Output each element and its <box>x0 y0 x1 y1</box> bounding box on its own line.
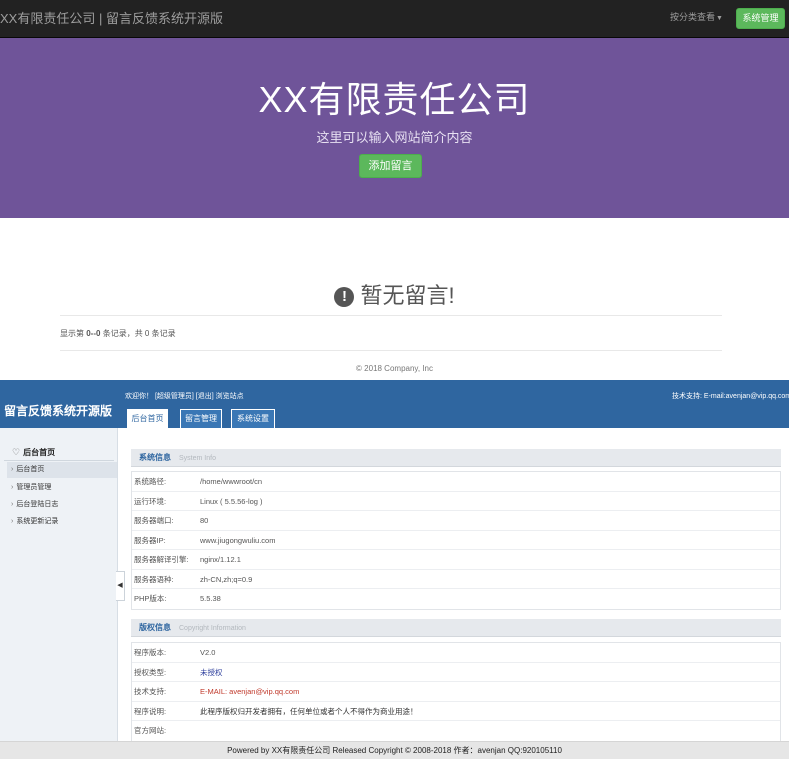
system-info-table: 系统路径: /home/wwwroot/cn 运行环境: Linux ( 5.5.5… <box>131 471 781 610</box>
row-value: V2.0 <box>200 648 216 657</box>
row-value: 此程序版权归开发者拥有，任何单位或者个人不得作为商业用途！ <box>200 706 418 716</box>
table-row: 官方网站: <box>132 721 780 741</box>
table-row: 服务器端口: 80 <box>132 511 780 531</box>
table-row: 程序版本: V2.0 <box>132 643 780 663</box>
table-row: 服务器解译引擎: nginx/1.12.1 <box>132 550 780 570</box>
tab-system-settings[interactable]: 系统设置 <box>231 409 275 428</box>
row-value: www.jiugongwuliu.com <box>200 535 276 545</box>
empty-message: ! 暂无留言! <box>0 278 789 310</box>
table-row: 系统路径: /home/wwwroot/cn <box>132 472 780 492</box>
admin-footer: Powered by XX有限责任公司 Released Copyright ©… <box>0 741 789 759</box>
row-label: 运行环境: <box>134 496 167 506</box>
record-range: 0--0 <box>86 329 101 338</box>
row-label: 程序说明: <box>134 706 167 716</box>
copyright-info-table: 程序版本: V2.0 授权类型: 未授权 技术支持: E-MAIL: avenjan@… <box>131 642 781 742</box>
section-header-copyright: 版权信息 Copyright Information <box>131 619 781 637</box>
arrow-right-icon: › <box>11 466 14 473</box>
table-row: 程序说明: 此程序版权归开发者拥有，任何单位或者个人不得作为商业用途！ <box>132 702 780 721</box>
row-label: 授权类型: <box>134 667 167 677</box>
admin-header: 留言反馈系统开源版 欢迎你！ [超级管理员] [退出] 浏览站点 技术支持: E… <box>0 380 789 428</box>
record-prefix: 显示第 <box>60 329 87 338</box>
heart-icon: ♡ <box>12 447 21 457</box>
category-dropdown-label: 按分类查看 <box>670 12 716 22</box>
site-footer: © 2018 Company, Inc <box>356 364 433 373</box>
sidebar-item-update-log[interactable]: › 系统更新记录 <box>7 514 117 530</box>
record-count: 显示第 0--0 条记录，共 0 条记录 <box>60 328 176 339</box>
support-email-link[interactable]: E-MAIL: avenjan@vip.qq.com <box>200 682 299 701</box>
tab-message-manage[interactable]: 留言管理 <box>180 409 222 428</box>
sidebar-item-label: 后台首页 <box>16 466 45 473</box>
sidebar-title: ♡ 后台首页 <box>12 447 55 458</box>
row-value: zh-CN,zh;q=0.9 <box>200 574 253 584</box>
arrow-right-icon: › <box>11 518 14 525</box>
table-row: 服务器IP: www.jiugongwuliu.com <box>132 531 780 550</box>
section-title: 系统信息 <box>139 453 171 462</box>
table-row: 运行环境: Linux ( 5.5.56-log ) <box>132 492 780 511</box>
sidebar-collapse-toggle[interactable]: ◀ <box>116 571 125 601</box>
add-message-button[interactable]: 添加留言 <box>359 154 422 178</box>
row-label: 系统路径: <box>134 477 167 486</box>
exclamation-circle-icon: ! <box>334 287 355 307</box>
divider <box>60 315 722 316</box>
sidebar-item-home[interactable]: › 后台首页 <box>7 462 117 478</box>
row-label: PHP版本: <box>134 594 167 603</box>
caret-down-icon: ▼ <box>716 15 723 22</box>
admin-logo: 留言反馈系统开源版 <box>4 404 113 418</box>
sidebar-item-login-log[interactable]: › 后台登陆日志 <box>7 497 117 513</box>
table-row: 服务器语种: zh-CN,zh;q=0.9 <box>132 570 780 589</box>
admin-support-text: 技术支持: E-mail:avenjan@vip.qq.com <box>672 393 789 400</box>
sidebar-title-text: 后台首页 <box>23 448 56 457</box>
navbar: XX有限责任公司 | 留言反馈系统开源版 按分类查看▼ 系统管理 <box>0 0 789 38</box>
row-label: 服务器解译引擎: <box>134 555 189 564</box>
row-label: 服务器语种: <box>134 574 174 584</box>
license-type-value: 未授权 <box>200 667 223 677</box>
hero-subtitle: 这里可以输入网站简介内容 <box>316 130 473 145</box>
triangle-left-icon: ◀ <box>117 582 123 589</box>
sidebar-item-admins[interactable]: › 管理员管理 <box>7 480 117 496</box>
row-label: 技术支持: <box>134 687 167 696</box>
arrow-right-icon: › <box>11 501 14 508</box>
sidebar-item-label: 系统更新记录 <box>16 518 59 525</box>
welcome-text: 欢迎你！ <box>125 393 153 400</box>
row-value: nginx/1.12.1 <box>200 555 241 564</box>
divider <box>60 350 722 351</box>
section-title: 版权信息 <box>139 623 171 632</box>
row-label: 服务器IP: <box>134 535 166 545</box>
row-label: 程序版本: <box>134 648 167 657</box>
section-header-system-info: 系统信息 System Info <box>131 449 781 467</box>
table-row: PHP版本: 5.5.38 <box>132 589 780 609</box>
record-suffix: 条记录，共 0 条记录 <box>100 329 176 338</box>
arrow-right-icon: › <box>11 484 14 491</box>
site-brand[interactable]: XX有限责任公司 | 留言反馈系统开源版 <box>0 8 223 27</box>
divider <box>4 460 114 461</box>
user-role-link[interactable]: [超级管理员] <box>155 393 194 400</box>
row-value: 80 <box>200 516 209 525</box>
logout-link[interactable]: [退出] <box>196 393 214 400</box>
row-value: /home/wwwroot/cn <box>200 477 263 486</box>
admin-user-links: 欢迎你！ [超级管理员] [退出] 浏览站点 <box>125 391 244 401</box>
table-row: 技术支持: E-MAIL: avenjan@vip.qq.com <box>132 682 780 702</box>
category-dropdown[interactable]: 按分类查看▼ <box>670 10 723 23</box>
row-value: 5.5.38 <box>200 594 221 603</box>
admin-sidebar: ♡ 后台首页 › 后台首页 › 管理员管理 › 后台登陆日志 › 系统更新记录 <box>0 428 118 741</box>
row-value: Linux ( 5.5.56-log ) <box>200 496 263 506</box>
row-label: 服务器端口: <box>134 516 174 525</box>
empty-message-text: 暂无留言! <box>360 283 455 308</box>
hero-banner: XX有限责任公司 这里可以输入网站简介内容 添加留言 <box>0 38 789 218</box>
section-subtitle: System Info <box>179 455 216 462</box>
section-subtitle: Copyright Information <box>179 625 246 632</box>
row-label: 官方网站: <box>134 726 167 735</box>
sidebar-item-label: 后台登陆日志 <box>16 501 59 508</box>
sidebar-item-label: 管理员管理 <box>16 484 52 491</box>
system-admin-button[interactable]: 系统管理 <box>736 8 785 29</box>
browse-site-link[interactable]: 浏览站点 <box>216 393 244 400</box>
tab-admin-home[interactable]: 后台首页 <box>127 409 168 428</box>
table-row: 授权类型: 未授权 <box>132 663 780 682</box>
hero-title: XX有限责任公司 <box>258 79 531 120</box>
admin-main: 系统信息 System Info 系统路径: /home/wwwroot/cn 运行… <box>125 428 789 742</box>
